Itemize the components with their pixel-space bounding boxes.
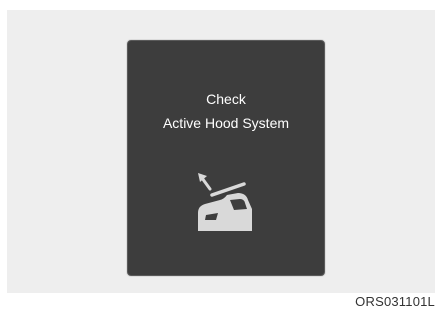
figure-code: ORS031101L <box>355 294 435 309</box>
cluster-warning-display: Check Active Hood System <box>127 40 325 276</box>
warning-title: Check <box>206 91 246 107</box>
warning-message: Active Hood System <box>162 115 290 131</box>
active-hood-icon <box>198 173 252 231</box>
